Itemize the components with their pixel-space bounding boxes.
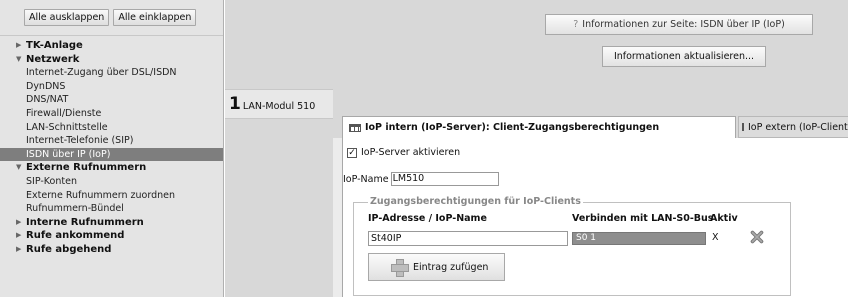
nav-label: Netzwerk	[26, 53, 80, 65]
nav-label: Rufe abgehend	[26, 243, 112, 255]
nav-label: Rufe ankommend	[26, 230, 125, 242]
nav-item[interactable]: Firewall/Dienste	[0, 107, 223, 121]
collapsed-arrow-icon: ▶	[16, 244, 22, 253]
tab-panel: ✓ IoP-Server aktivieren IoP-Name LM510 Z…	[342, 138, 848, 297]
main-content: IoP intern (IoP-Server): Client-Zugangsb…	[333, 83, 848, 297]
header-bar: ? Informationen zur Seite: ISDN über IP …	[225, 0, 848, 83]
page-info-label: Informationen zur Seite: ISDN über IP (I…	[582, 19, 785, 30]
nav-label: Rufnummern-Bündel	[26, 203, 124, 215]
server-activate-label: IoP-Server aktivieren	[361, 147, 461, 158]
page-info-button[interactable]: ? Informationen zur Seite: ISDN über IP …	[545, 14, 813, 35]
nav-label: ISDN über IP (IoP)	[26, 148, 111, 160]
module-number: 1	[229, 93, 241, 114]
expanded-arrow-icon: ▼	[16, 163, 22, 172]
module-tab-lan-510[interactable]: 1 LAN-Modul 510	[225, 89, 333, 119]
table-icon	[742, 123, 744, 131]
module-label: LAN-Modul 510	[242, 100, 316, 112]
nav-label: Externe Rufnummern	[26, 162, 147, 174]
expand-all-button[interactable]: Alle ausklappen	[24, 9, 110, 26]
delete-icon[interactable]	[750, 230, 764, 244]
tab-iop-extern-label: IoP extern (IoP-Client)	[748, 121, 848, 133]
module-list: 1 LAN-Modul 510	[225, 83, 333, 297]
sidebar-toolbar: Alle ausklappen Alle einklappen	[0, 0, 223, 36]
nav-category[interactable]: ▼ Netzwerk	[0, 53, 223, 67]
nav-item[interactable]: Externe Rufnummern zuordnen	[0, 189, 223, 203]
expanded-arrow-icon: ▼	[16, 54, 22, 63]
plus-icon	[391, 259, 409, 277]
nav-category[interactable]: ▼ Externe Rufnummern	[0, 161, 223, 175]
nav-label: LAN-Schnittstelle	[26, 121, 108, 133]
bus-select[interactable]: S0 1	[572, 232, 706, 245]
refresh-button[interactable]: Informationen aktualisieren...	[602, 46, 766, 67]
nav-item[interactable]: Rufnummern-Bündel	[0, 202, 223, 216]
nav-item[interactable]: ISDN über IP (IoP)	[0, 147, 223, 162]
iop-name-label: IoP-Name	[343, 173, 389, 185]
nav-item[interactable]: DNS/NAT	[0, 93, 223, 107]
nav-category[interactable]: ▶ TK-Anlage	[0, 39, 223, 53]
nav-label: Internet-Telefonie (SIP)	[26, 135, 134, 147]
tab-iop-extern[interactable]: IoP extern (IoP-Client)	[738, 116, 848, 138]
nav-label: Interne Rufnummern	[26, 216, 144, 228]
nav-label: Firewall/Dienste	[26, 107, 102, 119]
add-entry-button[interactable]: Eintrag zufügen	[368, 253, 505, 281]
collapsed-arrow-icon: ▶	[16, 231, 22, 240]
col-header-bus: Verbinden mit LAN-S0-Bus	[572, 213, 714, 224]
col-header-ip: IP-Adresse / IoP-Name	[368, 213, 487, 224]
ip-address-input[interactable]: St40IP	[368, 231, 568, 246]
nav-item[interactable]: Internet-Telefonie (SIP)	[0, 134, 223, 148]
sidebar: Alle ausklappen Alle einklappen ▶ TK-Anla…	[0, 0, 224, 297]
nav-item[interactable]: LAN-Schnittstelle	[0, 121, 223, 135]
iop-name-input[interactable]: LM510	[390, 172, 499, 186]
nav-label: SIP-Konten	[26, 175, 77, 187]
help-icon: ?	[573, 19, 579, 30]
server-activate-row: ✓ IoP-Server aktivieren	[347, 147, 460, 158]
tab-iop-intern[interactable]: IoP intern (IoP-Server): Client-Zugangsb…	[342, 116, 736, 138]
col-header-active: Aktiv	[710, 213, 738, 224]
nav-label: DynDNS	[26, 80, 66, 92]
collapse-all-button[interactable]: Alle einklappen	[113, 9, 197, 26]
nav-item[interactable]: DynDNS	[0, 80, 223, 94]
active-toggle[interactable]: X	[712, 232, 719, 243]
nav-label: Externe Rufnummern zuordnen	[26, 189, 176, 201]
tab-iop-intern-label: IoP intern (IoP-Server): Client-Zugangsb…	[365, 122, 660, 133]
nav-item[interactable]: SIP-Konten	[0, 175, 223, 189]
nav-item[interactable]: Internet-Zugang über DSL/ISDN	[0, 66, 223, 80]
nav-label: Internet-Zugang über DSL/ISDN	[26, 67, 177, 79]
nav-label: DNS/NAT	[26, 94, 69, 106]
collapsed-arrow-icon: ▶	[16, 41, 22, 49]
tab-strip: IoP intern (IoP-Server): Client-Zugangsb…	[333, 83, 848, 138]
add-entry-label: Eintrag zufügen	[413, 261, 489, 273]
table-icon	[349, 123, 361, 132]
server-activate-checkbox[interactable]: ✓	[347, 147, 357, 158]
nav-category[interactable]: ▶ Interne Rufnummern	[0, 216, 223, 230]
navigation-tree: ▶ TK-Anlage ▼ Netzwerk Internet-Zugang über …	[0, 36, 223, 257]
nav-category[interactable]: ▶ Rufe ankommend	[0, 229, 223, 243]
nav-category[interactable]: ▶ Rufe abgehend	[0, 243, 223, 257]
client-access-legend: Zugangsberechtigungen für IoP-Clients	[368, 196, 583, 207]
collapsed-arrow-icon: ▶	[16, 217, 22, 226]
client-access-group: Zugangsberechtigungen für IoP-Clients IP…	[353, 196, 791, 296]
nav-label: TK-Anlage	[26, 40, 83, 51]
iop-name-row: IoP-Name LM510	[343, 172, 499, 186]
